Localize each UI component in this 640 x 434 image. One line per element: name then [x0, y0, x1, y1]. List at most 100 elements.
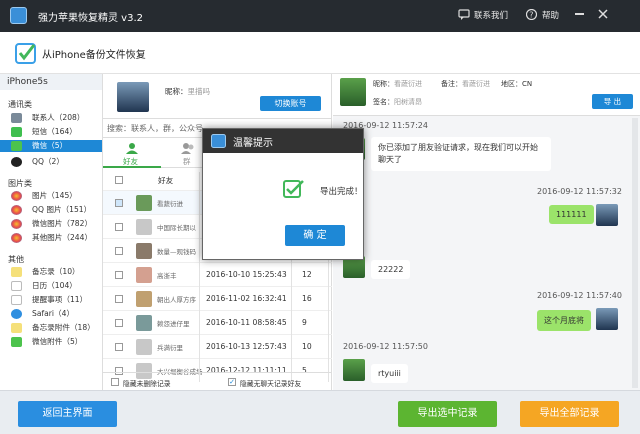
message-count: 9	[302, 318, 307, 327]
message-count: 10	[302, 342, 312, 351]
switch-account-button[interactable]: 切换账号	[260, 96, 321, 111]
friend-name: 数量—观钱码	[157, 248, 196, 256]
friend-name: 赖怨进仔里	[157, 320, 190, 328]
hide-no-chat-checkbox[interactable]: ✓	[228, 378, 236, 386]
message-bubble: 你已添加了朋友验证请求，现在我们可以开始聊天了	[371, 137, 551, 171]
help-link[interactable]: 帮助	[542, 9, 559, 21]
sms-icon	[11, 127, 22, 137]
sidebar-item-contacts[interactable]: 联系人（208）	[0, 112, 102, 124]
message-time: 2016-09-12 11:57:40	[537, 291, 622, 300]
qq-icon	[11, 157, 22, 167]
dialog-ok-button[interactable]: 确 定	[285, 225, 345, 246]
account-nickname: 昵称：里描吗	[165, 87, 210, 96]
sidebar-item-wechat-photos[interactable]: 微信图片（782）	[0, 218, 102, 230]
sidebar: iPhone5s 通讯类 联系人（208） 短信（164） 微信（5） QQ（2…	[0, 74, 103, 390]
friend-avatar	[136, 219, 152, 235]
back-home-button[interactable]: 返回主界面	[18, 401, 117, 427]
group-label-communication: 通讯类	[8, 100, 32, 109]
contact-info-header: 昵称：看蔬衍进 备注：看蔬衍进 地区：CN 签名：阳树清昂 导 出	[333, 74, 640, 116]
chat-icon[interactable]	[458, 9, 470, 20]
group-label-other: 其他	[8, 255, 24, 264]
sidebar-item-reminders[interactable]: 提醒事项（11）	[0, 294, 102, 306]
friend-avatar	[136, 195, 152, 211]
row-checkbox[interactable]	[115, 223, 123, 231]
message-bubble: rtyuiii	[371, 364, 408, 383]
calendar-icon	[11, 281, 22, 291]
hide-deleted-checkbox[interactable]	[111, 378, 119, 386]
contact-region: 地区：CN	[501, 80, 533, 88]
contacts-icon	[11, 113, 22, 123]
note-attachments-icon	[11, 323, 22, 333]
column-divider	[199, 172, 200, 382]
friend-avatar	[136, 315, 152, 331]
last-chat-time: 2016-11-02 16:32:41	[206, 294, 287, 303]
row-checkbox[interactable]	[115, 295, 123, 303]
wechat-icon	[11, 141, 22, 151]
notes-icon	[11, 267, 22, 277]
table-row[interactable]: 赖怨进仔里 2016-10-11 08:58:45 9	[103, 310, 332, 334]
message-time: 2016-09-12 11:57:50	[343, 342, 428, 351]
account-avatar	[117, 82, 149, 112]
export-chat-button[interactable]: 导 出	[592, 94, 633, 109]
svg-text:?: ?	[529, 11, 533, 20]
contact-nickname: 昵称：看蔬衍进	[373, 80, 422, 88]
message-bubble: 22222	[371, 260, 411, 279]
export-selected-button[interactable]: 导出选中记录	[398, 401, 497, 427]
sidebar-item-photos[interactable]: 图片（145）	[0, 190, 102, 202]
friend-name: 朝出人厚方序	[157, 296, 196, 304]
message-avatar	[596, 308, 618, 330]
tab-friends[interactable]: 好友	[103, 138, 161, 168]
sidebar-item-other-photos[interactable]: 其他图片（244）	[0, 232, 102, 244]
sidebar-item-sms[interactable]: 短信（164）	[0, 126, 102, 138]
select-all-checkbox[interactable]	[115, 176, 123, 184]
message-count: 16	[302, 294, 312, 303]
row-checkbox[interactable]	[115, 271, 123, 279]
group-label-images: 图片类	[8, 179, 32, 188]
row-checkbox[interactable]	[115, 199, 123, 207]
sidebar-item-calendar[interactable]: 日历（104）	[0, 280, 102, 292]
wechat-attachments-icon	[11, 337, 22, 347]
contact-us-link[interactable]: 联系我们	[474, 9, 508, 21]
recovery-check-icon	[15, 43, 36, 64]
export-all-button[interactable]: 导出全部记录	[520, 401, 619, 427]
reminders-icon	[11, 295, 22, 305]
friend-avatar	[136, 291, 152, 307]
friend-name: 看蔬衍进	[157, 200, 183, 208]
other-photos-icon	[11, 233, 22, 243]
sidebar-item-wechat-attachments[interactable]: 微信附件（5）	[0, 336, 102, 348]
contact-signature: 签名：阳树清昂	[373, 98, 422, 106]
sidebar-item-qq-photos[interactable]: QQ 图片（151）	[0, 204, 102, 216]
friend-avatar	[136, 339, 152, 355]
table-row[interactable]: 朝出人厚方序 2016-11-02 16:32:41 16	[103, 286, 332, 310]
message-bubble: 111111	[549, 205, 594, 224]
page-title: 从iPhone备份文件恢复	[42, 50, 146, 61]
sidebar-item-note-attachments[interactable]: 备忘录附件（18）	[0, 322, 102, 334]
sidebar-item-wechat[interactable]: 微信（5）	[0, 140, 102, 152]
search-input[interactable]: 搜索：联系人，群，公众号	[107, 123, 203, 134]
success-check-icon	[283, 180, 304, 198]
device-name: iPhone5s	[0, 74, 102, 90]
table-row[interactable]: 高浙丰 2016-10-10 15:25:43 12	[103, 262, 332, 286]
friend-name: 中国际长期以	[157, 224, 196, 232]
close-icon[interactable]	[598, 9, 608, 19]
sidebar-item-safari[interactable]: Safari（4）	[0, 308, 102, 320]
last-chat-time: 2016-10-13 12:57:43	[206, 342, 287, 351]
help-icon[interactable]: ?	[526, 9, 537, 20]
row-checkbox[interactable]	[115, 319, 123, 327]
friends-icon	[126, 143, 138, 154]
dialog-header: 温馨提示	[203, 129, 363, 153]
table-row[interactable]: 兵满衍里 2016-10-13 12:57:43 10	[103, 334, 332, 358]
sub-header: 从iPhone备份文件恢复	[0, 32, 640, 74]
row-checkbox[interactable]	[115, 343, 123, 351]
row-checkbox[interactable]	[115, 247, 123, 255]
message-time: 2016-09-12 11:57:32	[537, 187, 622, 196]
footer: 返回主界面 导出选中记录 导出全部记录	[0, 390, 640, 434]
sidebar-item-qq[interactable]: QQ（2）	[0, 156, 102, 168]
friend-avatar	[136, 267, 152, 283]
minimize-icon[interactable]	[575, 13, 584, 15]
sidebar-item-notes[interactable]: 备忘录（10）	[0, 266, 102, 278]
chat-scrollbar[interactable]	[632, 118, 638, 388]
safari-icon	[11, 309, 22, 319]
friend-name: 高浙丰	[157, 272, 177, 280]
filter-bar: 隐藏未删除记录 ✓ 隐藏无聊天记录好友	[103, 372, 332, 390]
